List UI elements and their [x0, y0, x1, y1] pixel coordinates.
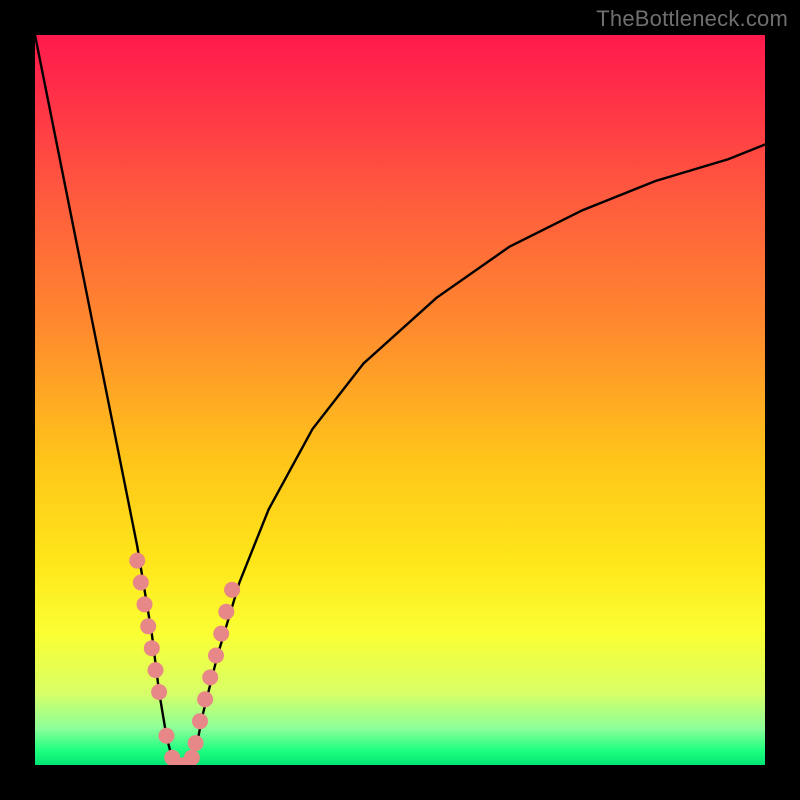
highlight-dot	[218, 604, 234, 620]
bottleneck-curve	[35, 35, 765, 765]
highlight-dot	[137, 596, 153, 612]
highlight-dot	[151, 684, 167, 700]
highlight-dot	[129, 553, 145, 569]
highlight-dot	[184, 750, 200, 765]
curve-overlay	[35, 35, 765, 765]
highlight-dot	[192, 713, 208, 729]
highlight-dot	[213, 626, 229, 642]
highlight-dots-group	[129, 553, 240, 765]
highlight-dot	[224, 582, 240, 598]
highlight-dot	[140, 618, 156, 634]
highlight-dot	[133, 575, 149, 591]
highlight-dot	[144, 640, 160, 656]
highlight-dot	[202, 669, 218, 685]
highlight-dot	[148, 662, 164, 678]
highlight-dot	[188, 735, 204, 751]
highlight-dot	[197, 691, 213, 707]
highlight-dot	[158, 728, 174, 744]
watermark-text: TheBottleneck.com	[596, 6, 788, 32]
highlight-dot	[208, 648, 224, 664]
chart-frame: TheBottleneck.com	[0, 0, 800, 800]
plot-area	[35, 35, 765, 765]
